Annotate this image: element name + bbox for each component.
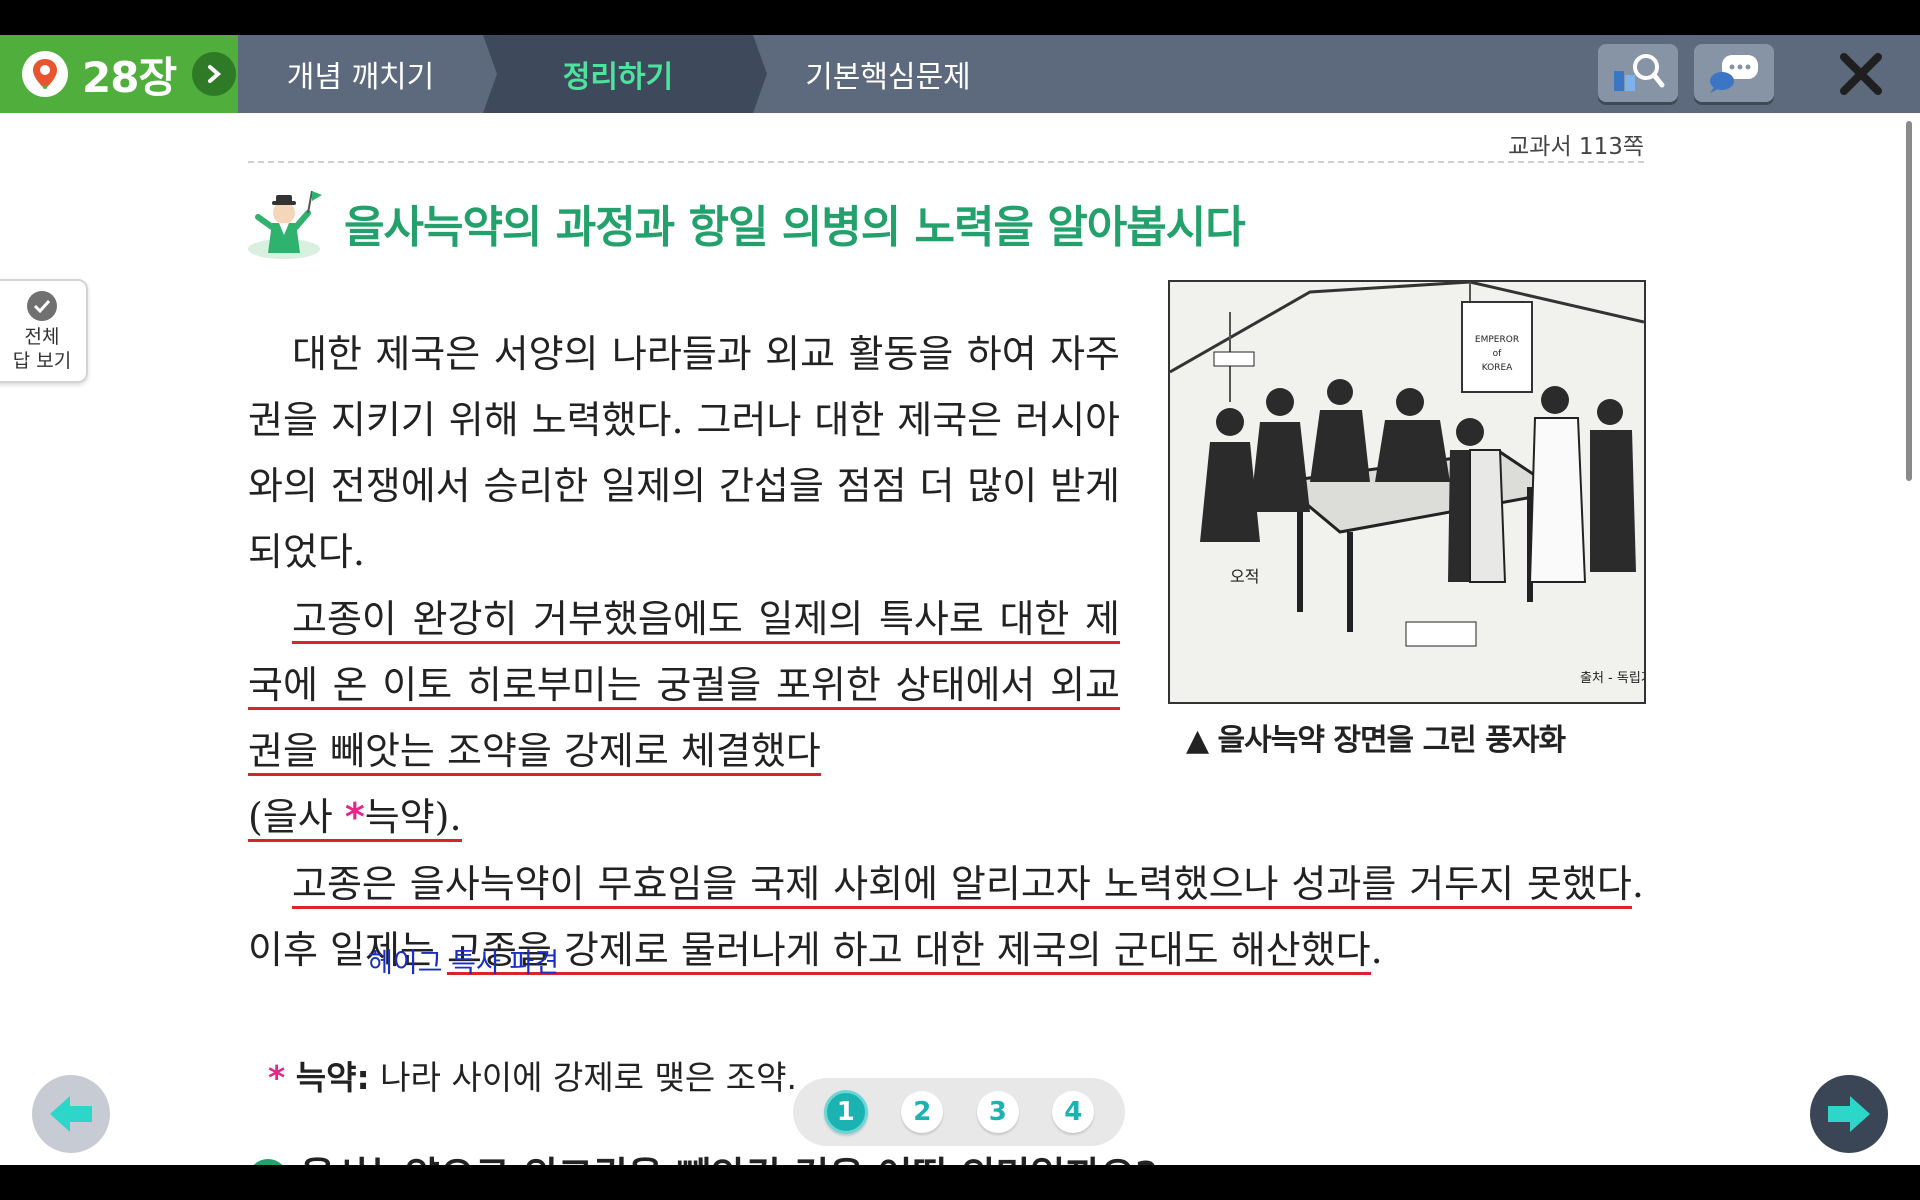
previous-page-button[interactable] bbox=[32, 1075, 110, 1153]
page-indicator: 1 2 3 4 bbox=[793, 1078, 1125, 1146]
scrollbar[interactable] bbox=[1906, 121, 1912, 481]
page-dot-1[interactable]: 1 bbox=[823, 1090, 868, 1134]
chat-button[interactable] bbox=[1694, 44, 1774, 102]
footnote-term: 늑약: bbox=[295, 1058, 370, 1097]
image-caption: ▲ 을사늑약 장면을 그린 풍자화 bbox=[1186, 723, 1566, 758]
section-title: 을사늑약의 과정과 항일 의병의 노력을 알아봅시다 bbox=[344, 202, 1246, 253]
page-dot-4[interactable]: 4 bbox=[1052, 1091, 1095, 1133]
handwritten-annotation: 헤이그 특사 파견 bbox=[368, 948, 560, 979]
tab-core-questions[interactable]: 기본핵심문제 bbox=[753, 35, 1023, 113]
map-pin-icon bbox=[22, 51, 68, 97]
chevron-right-icon[interactable] bbox=[192, 52, 237, 96]
underlined-text: 고종이 완강히 거부했음에도 일제의 특사로 대한 제국에 온 이토 히로부미는… bbox=[248, 597, 1120, 776]
underlined-text: 고종은 을사늑약이 무효임을 국제 사회에 알리고자 노력했으나 성과를 거두지… bbox=[292, 862, 1632, 909]
show-all-answers-button[interactable]: 전체 답 보기 bbox=[0, 279, 88, 383]
svg-text:오적: 오적 bbox=[1230, 567, 1259, 586]
close-icon[interactable] bbox=[1836, 49, 1886, 99]
satirical-cartoon-image[interactable]: EMPEROR of KOREA 오적 출처 - 독립기념관 bbox=[1168, 280, 1677, 704]
bullet-icon bbox=[248, 1158, 288, 1165]
chat-icon bbox=[1710, 55, 1758, 93]
divider bbox=[248, 161, 1644, 163]
page-dot-2[interactable]: 2 bbox=[901, 1091, 944, 1133]
textbook-page-reference: 교과서 113쪽 bbox=[1508, 134, 1644, 160]
top-navigation-bar: 28장 개념 깨치기 정리하기 기본핵심문제 bbox=[0, 35, 1920, 113]
show-all-answers-label: 전체 답 보기 bbox=[12, 326, 72, 372]
image-source: 출처 - 독립기념관 bbox=[1580, 671, 1644, 686]
search-book-icon bbox=[1614, 54, 1665, 91]
tab-divider bbox=[483, 35, 497, 113]
check-icon bbox=[27, 291, 57, 321]
tab-summary[interactable]: 정리하기 bbox=[483, 35, 753, 113]
footnote: * 늑약: 나라 사이에 강제로 맺은 조약. bbox=[268, 1051, 797, 1099]
next-page-button[interactable] bbox=[1810, 1075, 1888, 1153]
footnote-star: * bbox=[344, 795, 365, 839]
page-dot-3[interactable]: 3 bbox=[976, 1091, 1019, 1133]
chapter-number: 28장 bbox=[82, 52, 177, 102]
underlined-text-end: (을사 *늑약). bbox=[248, 795, 462, 842]
tab-divider bbox=[753, 35, 767, 113]
svg-text:EMPEROR: EMPEROR bbox=[1475, 335, 1519, 345]
paragraph-1: 대한 제국은 서양의 나라들과 외교 활동을 하여 자주권을 지키기 위해 노력… bbox=[248, 332, 1120, 574]
arrow-right-icon bbox=[1828, 1096, 1870, 1132]
svg-text:of: of bbox=[1493, 349, 1503, 359]
chapter-badge[interactable]: 28장 bbox=[0, 35, 238, 113]
tab-concept[interactable]: 개념 깨치기 bbox=[238, 35, 483, 113]
footnote-star: * bbox=[268, 1058, 286, 1097]
footnote-definition: 나라 사이에 강제로 맺은 조약. bbox=[369, 1058, 797, 1097]
paragraph-2: 고종이 완강히 거부했음에도 일제의 특사로 대한 제국에 온 이토 히로부미는… bbox=[248, 586, 1120, 850]
svg-text:KOREA: KOREA bbox=[1482, 363, 1513, 373]
mascot-icon bbox=[246, 187, 322, 259]
app-screen: 28장 개념 깨치기 정리하기 기본핵심문제 전체답 보기 교과서 113쪽 bbox=[0, 35, 1920, 1165]
underlined-text: 고종을 강제로 물러나게 하고 대한 제국의 군대도 해산했다 bbox=[446, 928, 1371, 975]
search-book-button[interactable] bbox=[1598, 44, 1678, 102]
arrow-left-icon bbox=[50, 1096, 92, 1132]
next-section-heading: 을사늑약으로 외교권을 빼앗긴 것은 어떤 의미일까요? bbox=[248, 1145, 1157, 1165]
plain-text: . bbox=[1370, 928, 1383, 972]
